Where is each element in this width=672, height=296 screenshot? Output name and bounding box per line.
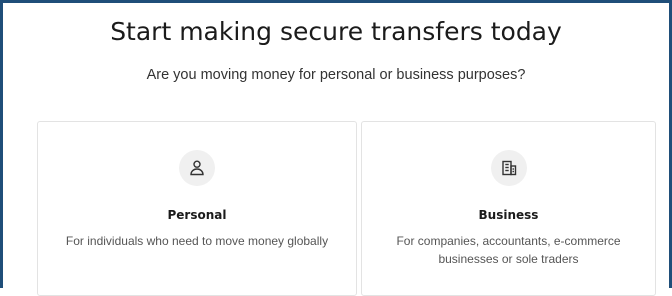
personal-option-card[interactable]: Personal For individuals who need to mov… bbox=[37, 121, 357, 296]
personal-option-description: For individuals who need to move money g… bbox=[65, 234, 329, 248]
building-icon bbox=[490, 150, 527, 186]
page-frame: Start making secure transfers today Are … bbox=[0, 0, 672, 296]
business-option-label: Business bbox=[478, 208, 539, 222]
page-subtitle: Are you moving money for personal or bus… bbox=[146, 67, 526, 83]
page-title: Start making secure transfers today bbox=[110, 17, 562, 46]
business-option-description: For companies, accountants, e-commerce b… bbox=[396, 234, 621, 266]
business-option-card[interactable]: Business For companies, accountants, e-c… bbox=[361, 121, 656, 296]
personal-option-label: Personal bbox=[167, 208, 227, 222]
person-icon bbox=[179, 150, 215, 186]
